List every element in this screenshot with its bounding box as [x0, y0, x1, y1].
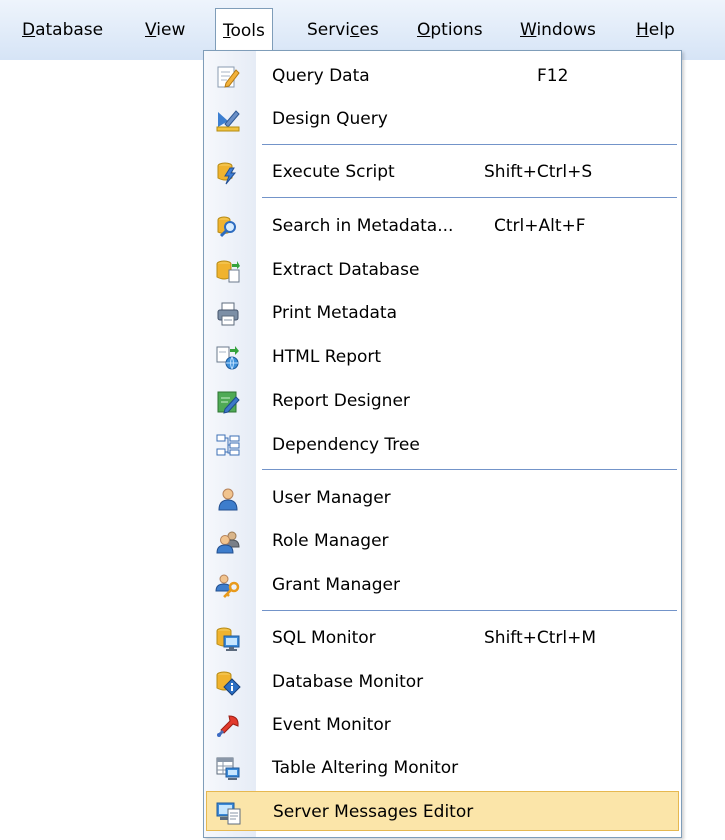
menu-label-part: ools — [230, 21, 265, 41]
menu-item-shortcut: F12 — [537, 66, 569, 86]
report-designer-icon — [215, 389, 241, 415]
menu-label-part: elp — [648, 20, 675, 40]
menu-label-part: ptions — [430, 20, 483, 40]
menu-item-report-designer[interactable]: Report Designer — [206, 381, 679, 421]
menu-label-part: es — [359, 20, 379, 40]
menu-item-label: Design Query — [272, 109, 388, 129]
menu-item-table-altering-monitor[interactable]: Table Altering Monitor — [206, 748, 679, 788]
user-icon — [215, 486, 241, 512]
tools-dropdown-menu: Query Data F12 Design Query Execute Scri… — [203, 50, 682, 838]
extract-database-icon — [215, 258, 241, 284]
menu-accel-key: O — [417, 20, 431, 40]
menu-accel-key: H — [636, 20, 649, 40]
menu-item-label: SQL Monitor — [272, 628, 376, 648]
menu-view[interactable]: View — [145, 16, 185, 44]
database-monitor-icon — [215, 670, 241, 696]
menu-item-label: Print Metadata — [272, 303, 398, 323]
server-messages-icon — [216, 800, 242, 826]
menu-item-role-manager[interactable]: Role Manager — [206, 521, 679, 561]
menu-item-label: User Manager — [272, 488, 391, 508]
menu-item-label: Query Data — [272, 66, 370, 86]
html-report-icon — [215, 345, 241, 371]
menu-item-search-metadata[interactable]: Search in Metadata... Ctrl+Alt+F — [206, 206, 679, 246]
menu-item-execute-script[interactable]: Execute Script Shift+Ctrl+S — [206, 152, 679, 192]
menu-accel-key: V — [145, 20, 157, 40]
menu-windows[interactable]: Windows — [520, 16, 596, 44]
menu-item-shortcut: Ctrl+Alt+F — [494, 216, 586, 236]
menu-item-label: Search in Metadata... — [272, 216, 454, 236]
menu-item-user-manager[interactable]: User Manager — [206, 478, 679, 518]
role-icon — [215, 529, 241, 555]
grant-key-icon — [215, 573, 241, 599]
menu-item-server-messages-editor[interactable]: Server Messages Editor — [206, 791, 679, 831]
menu-item-label: Database Monitor — [272, 672, 424, 692]
menu-item-shortcut: Shift+Ctrl+M — [484, 628, 597, 648]
menu-label-part: atabase — [35, 20, 104, 40]
menu-item-label: Report Designer — [272, 391, 410, 411]
search-metadata-icon — [215, 214, 241, 240]
menu-item-label: Execute Script — [272, 162, 395, 182]
menu-item-event-monitor[interactable]: Event Monitor — [206, 705, 679, 745]
menu-item-database-monitor[interactable]: Database Monitor — [206, 662, 679, 702]
menu-item-label: Table Altering Monitor — [272, 758, 459, 778]
menu-item-label: Event Monitor — [272, 715, 391, 735]
menu-item-label: Grant Manager — [272, 575, 400, 595]
execute-script-icon — [215, 160, 241, 186]
event-monitor-icon — [215, 713, 241, 739]
menu-item-design-query[interactable]: Design Query — [206, 99, 679, 139]
sql-monitor-icon — [215, 626, 241, 652]
menu-options[interactable]: Options — [417, 16, 483, 44]
menu-item-label: Role Manager — [272, 531, 389, 551]
menu-accel-key: c — [350, 20, 360, 40]
menu-separator — [262, 610, 677, 611]
menu-item-label: Server Messages Editor — [273, 802, 474, 822]
table-altering-icon — [215, 756, 241, 782]
menu-label-part: indows — [536, 20, 596, 40]
menu-separator — [262, 197, 677, 198]
menu-item-query-data[interactable]: Query Data F12 — [206, 56, 679, 96]
design-query-icon — [215, 107, 241, 133]
menu-accel-key: D — [22, 20, 36, 40]
menu-item-grant-manager[interactable]: Grant Manager — [206, 565, 679, 605]
menu-label-part: Servi — [307, 20, 351, 40]
menu-item-extract-database[interactable]: Extract Database — [206, 250, 679, 290]
menu-item-dependency-tree[interactable]: Dependency Tree — [206, 425, 679, 465]
menu-item-shortcut: Shift+Ctrl+S — [484, 162, 593, 182]
menu-item-label: Dependency Tree — [272, 435, 420, 455]
menu-accel-key: W — [520, 20, 537, 40]
menu-label-part: iew — [156, 20, 186, 40]
dependency-tree-icon — [215, 433, 241, 459]
printer-icon — [215, 301, 241, 327]
menu-services[interactable]: Services — [307, 16, 379, 44]
menu-item-label: Extract Database — [272, 260, 420, 280]
menu-item-label: HTML Report — [272, 347, 382, 367]
menu-separator — [262, 469, 677, 470]
query-data-icon — [215, 64, 241, 90]
menu-accel-key: T — [223, 21, 231, 41]
menu-tools[interactable]: Tools — [215, 8, 273, 53]
menu-help[interactable]: Help — [636, 16, 675, 44]
menu-database[interactable]: Database — [22, 16, 103, 44]
menu-item-print-metadata[interactable]: Print Metadata — [206, 293, 679, 333]
menu-item-html-report[interactable]: HTML Report — [206, 337, 679, 377]
menu-item-sql-monitor[interactable]: SQL Monitor Shift+Ctrl+M — [206, 618, 679, 658]
menu-separator — [262, 144, 677, 145]
